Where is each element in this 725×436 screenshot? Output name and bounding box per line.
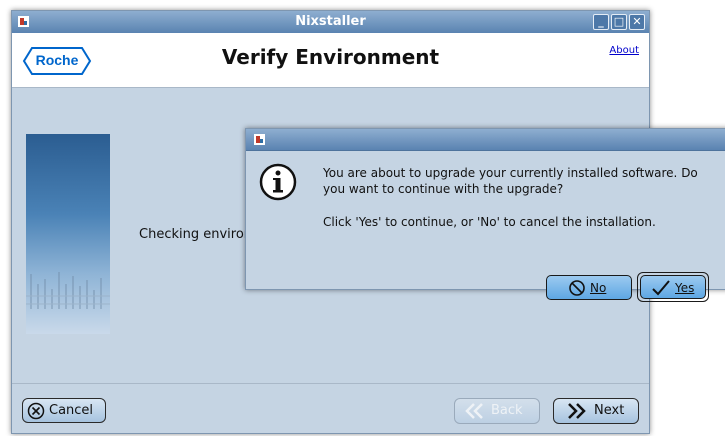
dialog-message-line-1: You are about to upgrade your currently … [323,166,698,180]
yes-button[interactable]: Yes [640,275,706,299]
about-link[interactable]: About [609,45,639,56]
back-icon [465,403,483,419]
dialog-titlebar[interactable] [246,129,725,151]
minimize-button[interactable]: _ [593,14,609,30]
back-button[interactable]: Back [454,398,540,424]
maximize-button[interactable]: □ [611,14,627,30]
back-button-label: Back [491,403,523,418]
cancel-button-label: Cancel [49,403,94,418]
next-button[interactable]: Next [553,398,639,424]
page-title: Verify Environment [221,45,440,69]
close-button[interactable]: ✕ [629,14,645,30]
yes-button-label: Yes [675,281,695,295]
next-icon [568,403,586,419]
cancel-button[interactable]: Cancel [22,398,106,423]
dialog-message-line-3: Click 'Yes' to continue, or 'No' to canc… [323,215,656,229]
next-button-label: Next [594,403,625,418]
no-button[interactable]: No [546,275,632,300]
no-button-label: No [590,281,607,295]
footer-divider [12,383,649,384]
dialog-message-line-2: you want to continue with the upgrade? [323,182,564,196]
yes-icon [652,280,670,296]
dialog-app-icon [254,134,265,145]
page-header: Roche Verify Environment About [12,33,649,88]
cancel-icon [27,402,45,420]
no-icon [569,280,585,296]
window-titlebar[interactable]: Nixstaller _ □ ✕ [12,11,649,34]
window-title: Nixstaller [295,14,366,29]
info-icon [259,163,297,201]
upgrade-dialog: You are about to upgrade your currently … [245,128,725,302]
side-banner-image [26,134,110,334]
